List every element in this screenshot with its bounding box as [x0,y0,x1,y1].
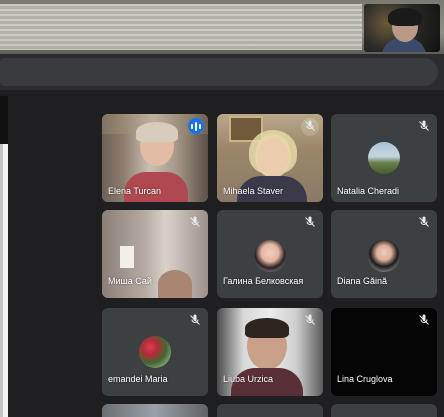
top-toolbar [0,54,444,90]
mic-off-icon [188,314,202,328]
participant-face-front [257,138,289,176]
background-blinds [0,4,362,50]
mic-off-icon [417,120,431,134]
participant-tile-partial[interactable] [331,404,437,417]
participant-video [102,404,208,417]
participant-tile[interactable]: Миша Сай [102,210,208,298]
participant-name: Liuba Urzica [223,374,274,384]
shared-screen-edge [0,144,3,417]
participant-hair [136,122,178,142]
participant-name: Elena Turcan [108,186,162,196]
participant-tile[interactable]: Natalia Cheradi [331,114,437,202]
shared-screen-header [0,96,8,144]
lamp-light [120,246,134,268]
participant-tile[interactable]: Mihaela Staver [217,114,323,202]
mic-off-icon [188,216,202,230]
participant-avatar [368,240,400,272]
self-view-hair [388,8,422,26]
speaking-indicator-icon [188,118,204,134]
self-view-video[interactable] [364,4,440,52]
participant-name: Lina Cruglova [337,374,393,384]
participant-avatar [139,336,171,368]
mic-off-icon [303,216,317,230]
participant-name: Mihaela Staver [223,186,284,196]
participant-name: Natalia Cheradi [337,186,400,196]
mic-off-icon [303,120,317,134]
participant-tile[interactable]: Elena Turcan [102,114,208,202]
participant-tile[interactable]: Diana Găină [331,210,437,298]
participant-tile[interactable]: Liuba Urzica [217,308,323,396]
participant-name: emandei Maria [108,374,168,384]
participant-tile[interactable]: emandei Maria [102,308,208,396]
participant-name: Миша Сай [108,276,152,286]
mic-off-icon [417,216,431,230]
participant-tile[interactable]: Галина Белковская [217,210,323,298]
mic-off-icon [303,314,317,328]
participant-tile[interactable]: Lina Cruglova [331,308,437,396]
participant-name: Diana Găină [337,276,388,286]
address-bar[interactable] [0,58,438,86]
participant-tile-partial[interactable] [217,404,323,417]
participant-tile-partial[interactable] [102,404,208,417]
participant-name: Галина Белковская [223,276,304,286]
participant-hair [245,318,289,338]
mic-off-icon [417,314,431,328]
participant-avatar [254,240,286,272]
participant-avatar [368,142,400,174]
